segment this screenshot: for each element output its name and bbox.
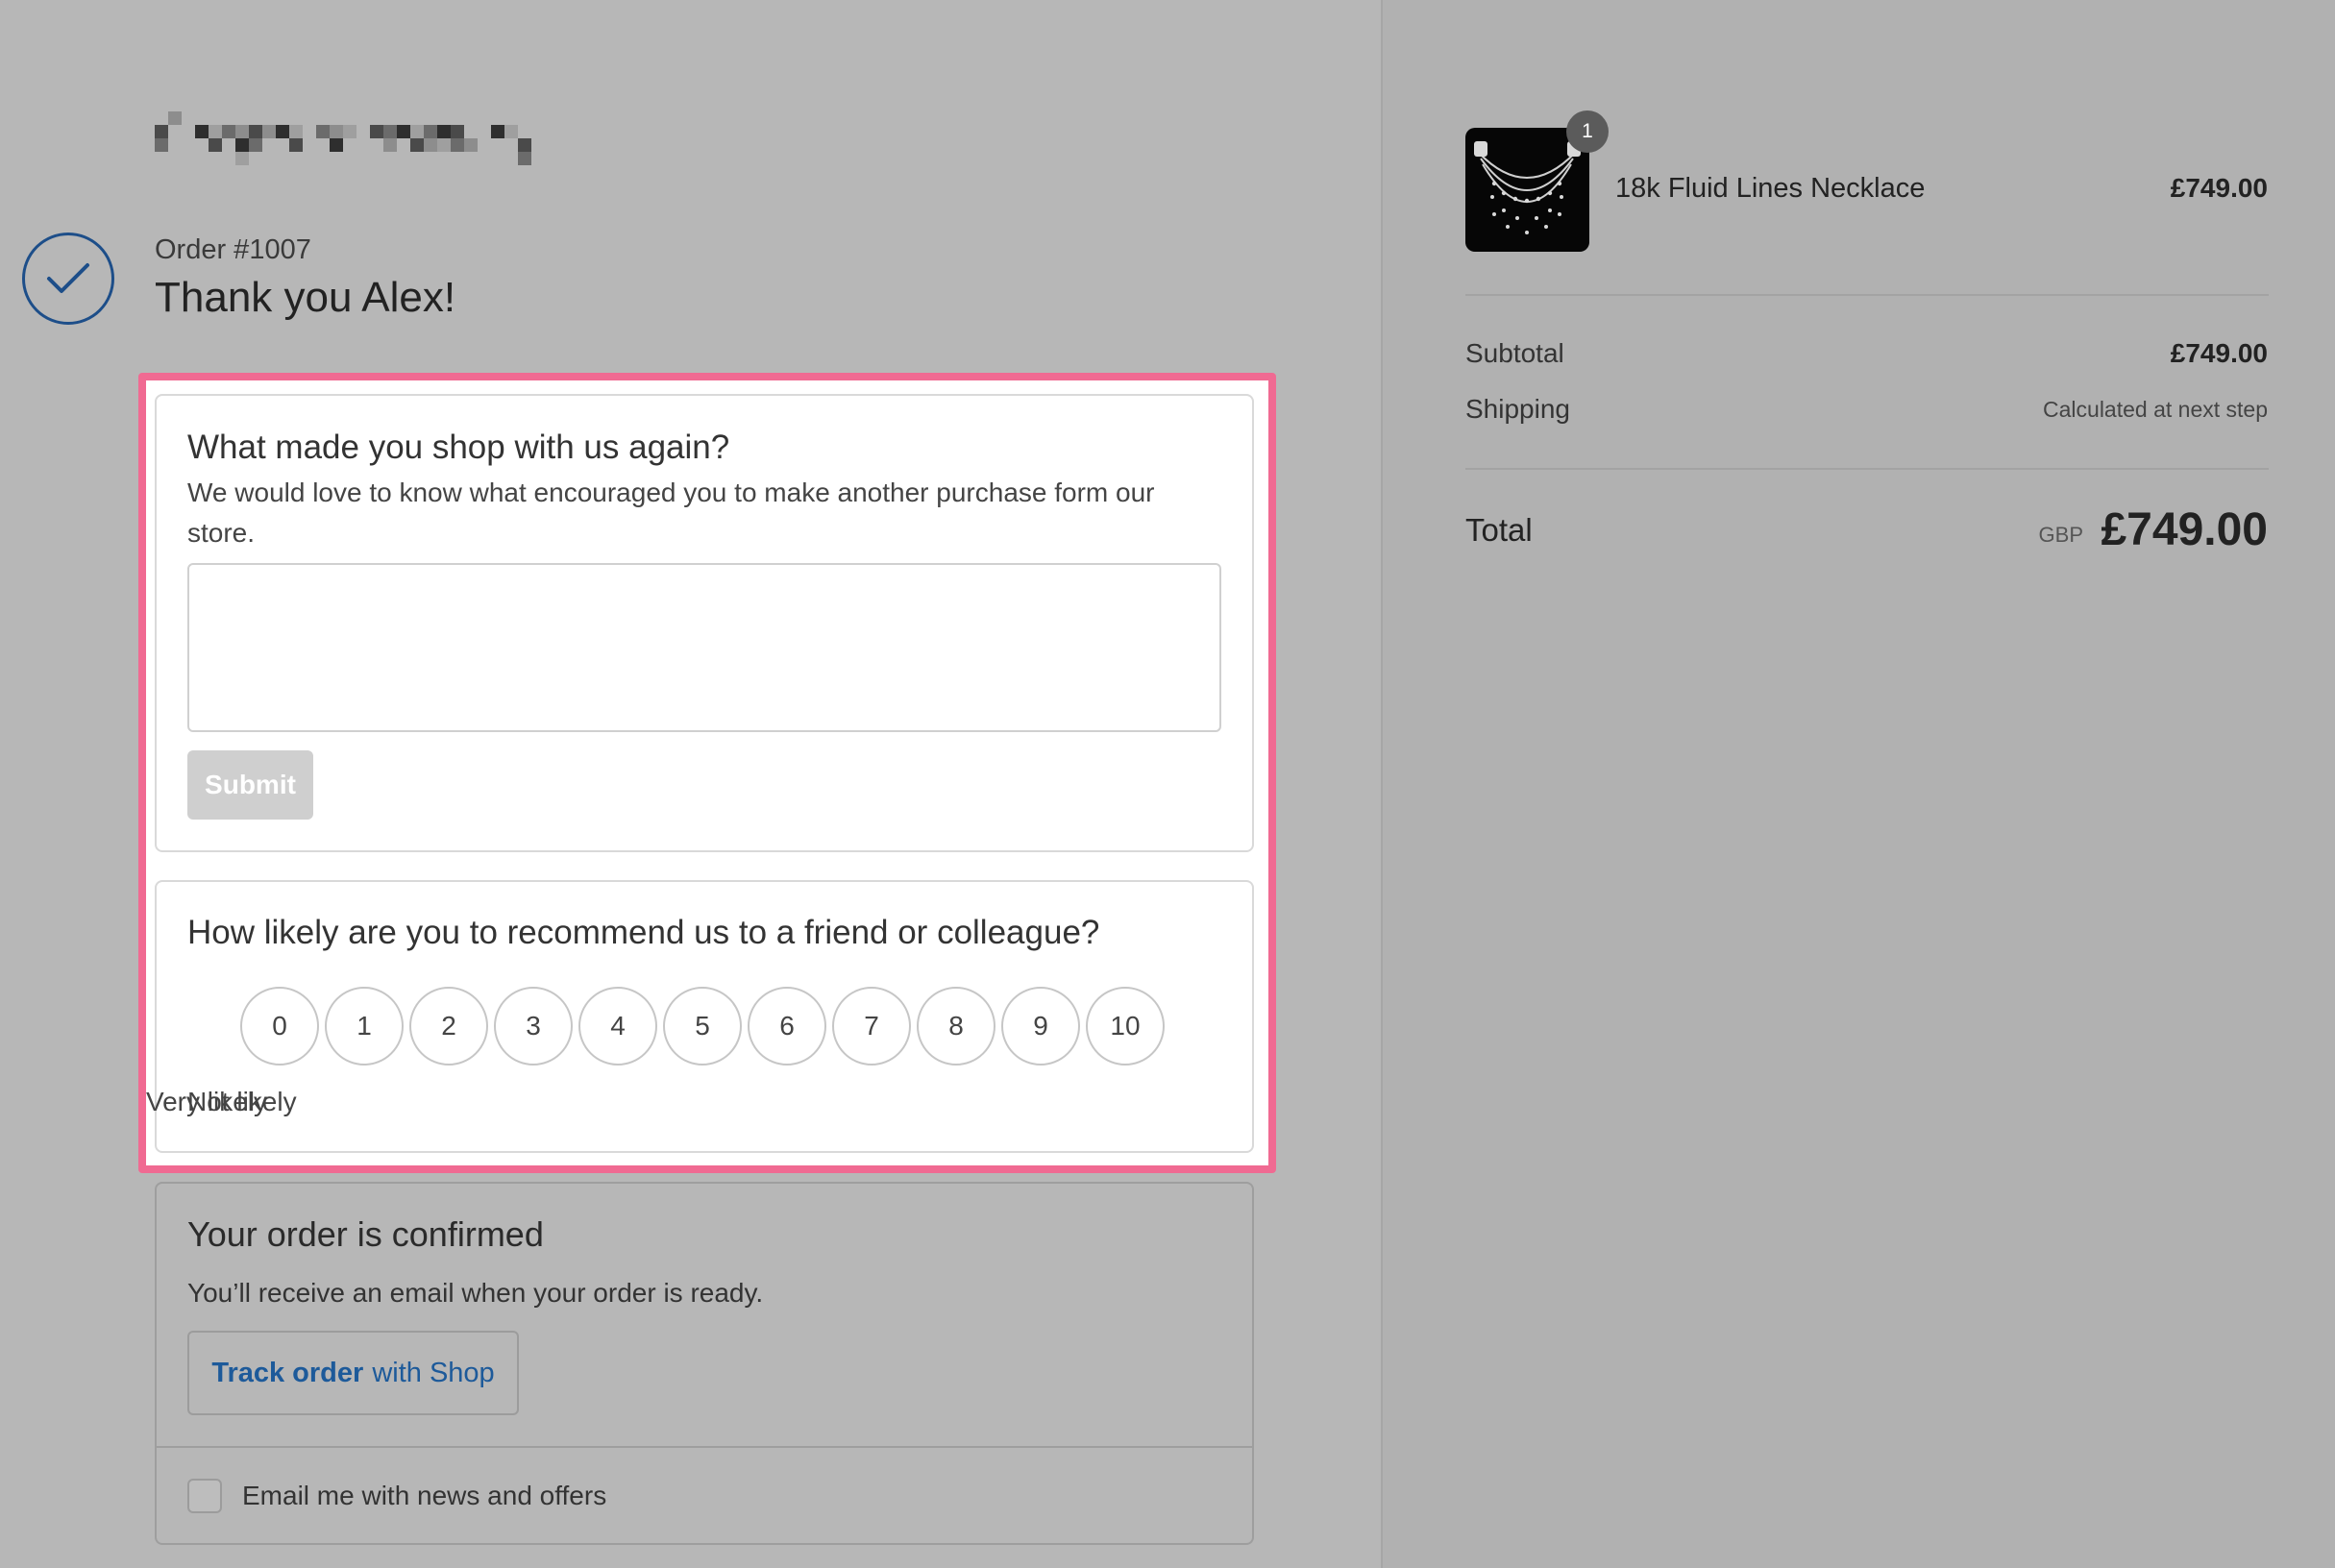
total-label: Total xyxy=(1465,512,1533,548)
nps-high-label: Very likely xyxy=(145,1087,267,1116)
track-order-label: Track order xyxy=(211,1357,364,1388)
order-confirmed-text: You’ll receive an email when your order … xyxy=(187,1278,764,1308)
divider xyxy=(1465,468,2269,470)
submit-button[interactable]: Submit xyxy=(187,750,313,820)
shipping-label: Shipping xyxy=(1465,394,1570,424)
check-icon xyxy=(22,233,114,325)
order-status-pane: Order #1007 Thank you Alex! What made yo… xyxy=(0,0,1381,1568)
feedback-question-description: We would love to know what encouraged yo… xyxy=(187,478,1155,548)
feedback-question-title: What made you shop with us again? xyxy=(187,429,730,466)
total-value: £749.00 xyxy=(2101,504,2268,555)
nps-score-button[interactable]: 10 xyxy=(1086,987,1165,1066)
store-logo xyxy=(155,111,578,179)
order-confirmed-title: Your order is confirmed xyxy=(187,1214,544,1254)
nps-score-button[interactable]: 0 xyxy=(240,987,319,1066)
page-title: Thank you Alex! xyxy=(155,274,456,321)
quantity-badge: 1 xyxy=(1566,110,1609,153)
nps-question-title: How likely are you to recommend us to a … xyxy=(187,914,1100,951)
feedback-input[interactable] xyxy=(187,563,1221,732)
nps-score-button[interactable]: 7 xyxy=(832,987,911,1066)
nps-score-button[interactable]: 6 xyxy=(748,987,826,1066)
shipping-value: Calculated at next step xyxy=(2043,397,2268,422)
track-with-shop-label: with Shop xyxy=(372,1357,495,1388)
nps-score-button[interactable]: 8 xyxy=(917,987,995,1066)
order-number: Order #1007 xyxy=(155,234,311,265)
newsletter-label[interactable]: Email me with news and offers xyxy=(242,1481,606,1511)
nps-score-button[interactable]: 5 xyxy=(663,987,742,1066)
divider xyxy=(1465,294,2269,296)
currency-code: GBP xyxy=(2038,523,2083,547)
subtotal-label: Subtotal xyxy=(1465,338,1564,368)
necklace-thumbnail xyxy=(1465,128,1589,252)
nps-score-button[interactable]: 1 xyxy=(325,987,404,1066)
nps-score-button[interactable]: 2 xyxy=(409,987,488,1066)
subtotal-value: £749.00 xyxy=(2170,338,2268,368)
product-price: £749.00 xyxy=(2170,173,2268,203)
nps-score-button[interactable]: 4 xyxy=(578,987,657,1066)
checkout-thank-you-page: Order #1007 Thank you Alex! What made yo… xyxy=(0,0,2335,1568)
nps-score-button[interactable]: 9 xyxy=(1001,987,1080,1066)
divider xyxy=(155,1446,1254,1448)
nps-score-button[interactable]: 3 xyxy=(494,987,573,1066)
track-order-button[interactable]: Track order with Shop xyxy=(187,1331,519,1415)
newsletter-checkbox[interactable] xyxy=(187,1479,222,1513)
product-name: 18k Fluid Lines Necklace xyxy=(1615,173,1926,204)
